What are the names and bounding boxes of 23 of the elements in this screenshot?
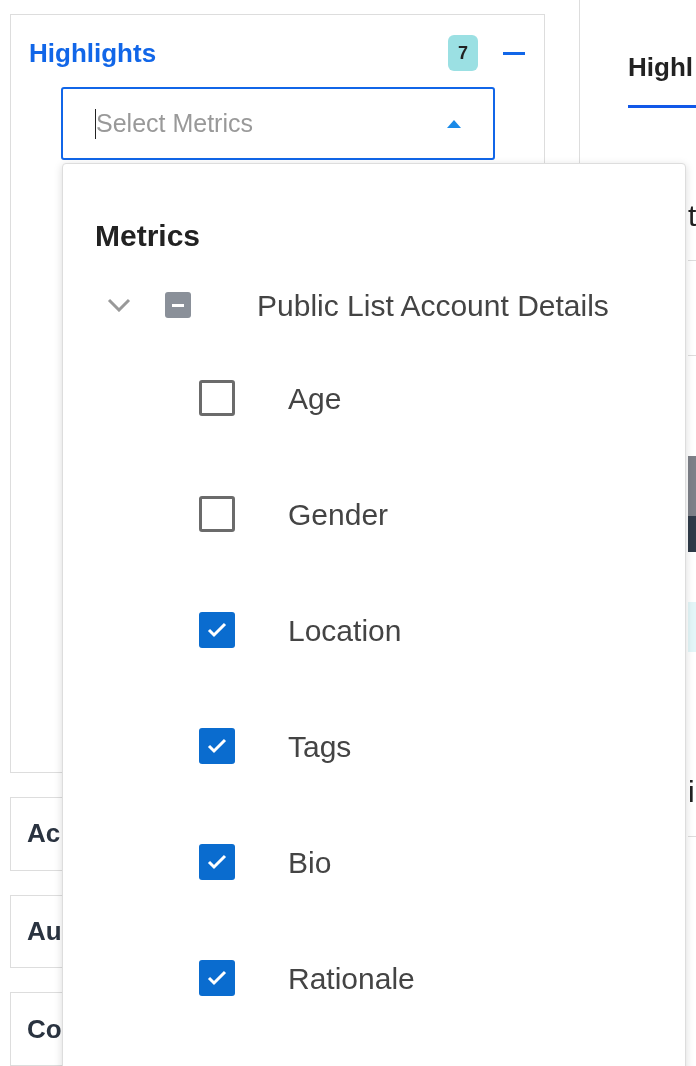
checkbox[interactable]	[199, 380, 235, 416]
checkbox[interactable]	[199, 728, 235, 764]
text-line: i	[688, 774, 696, 810]
dropdown-title: Metrics	[95, 218, 202, 254]
metric-option[interactable]: Rationale	[288, 955, 415, 1001]
text-line: t	[688, 198, 696, 234]
metric-option[interactable]: Bio	[288, 839, 332, 885]
group-label[interactable]: Public List Account Details	[257, 282, 609, 328]
select-placeholder: Select Metrics	[96, 107, 253, 139]
checkbox[interactable]	[199, 612, 235, 648]
metric-option[interactable]: Gender	[288, 491, 389, 537]
panel-title[interactable]: Highlights	[29, 33, 157, 73]
metric-option[interactable]: Location	[288, 607, 402, 653]
checkbox[interactable]	[199, 844, 235, 880]
caret-icon	[447, 119, 461, 128]
checkbox[interactable]	[165, 292, 191, 318]
chevron-icon[interactable]	[107, 298, 131, 312]
metric-option[interactable]: Age	[288, 375, 342, 421]
checkbox[interactable]	[199, 960, 235, 996]
checkbox[interactable]	[199, 496, 235, 532]
metric-option[interactable]: Tags	[288, 723, 352, 769]
tab[interactable]: Highl	[628, 44, 696, 108]
count-badge: 7	[448, 35, 478, 71]
